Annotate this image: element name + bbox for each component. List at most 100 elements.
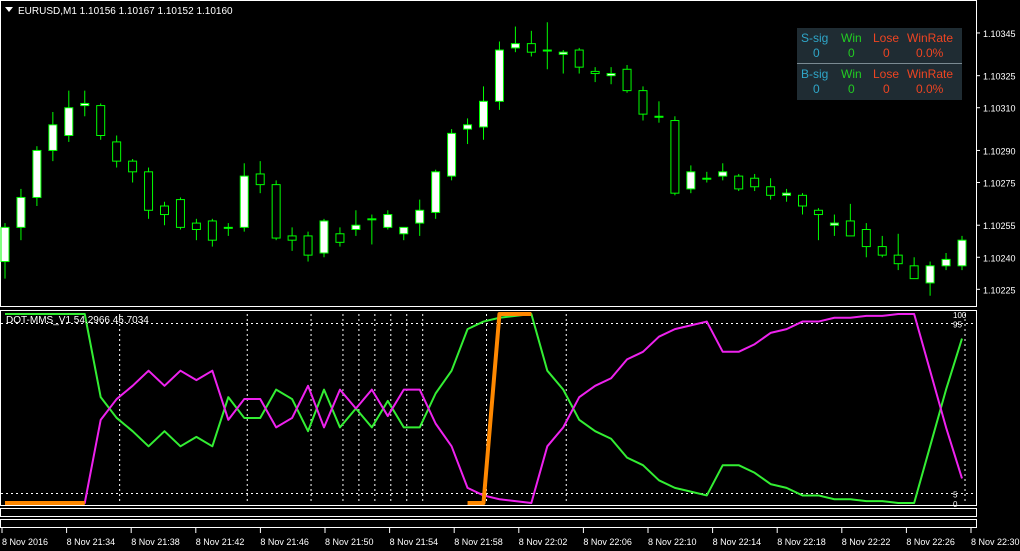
buy-win-count: 0 (848, 82, 855, 96)
candle (96, 103, 106, 140)
bull-candle-body (0, 226, 10, 263)
time-tick-label: 8 Nov 2016 (2, 537, 48, 547)
time-tick-label: 8 Nov 22:30 (971, 537, 1020, 547)
bull-candle-body (447, 132, 457, 177)
bull-candle-body (718, 171, 728, 177)
bull-candle-body (829, 222, 839, 226)
bear-candle-body (798, 194, 807, 207)
time-tick-label: 8 Nov 22:14 (713, 537, 762, 547)
candle (319, 218, 329, 258)
bull-candle-body (542, 49, 552, 52)
time-tick-label: 8 Nov 22:06 (583, 537, 632, 547)
bear-candle-body (909, 265, 919, 280)
bear-candle-body (845, 220, 855, 237)
price-tick-label: 1.10345 (983, 29, 1016, 39)
candle (622, 65, 632, 93)
signal-stats-panel: S-sig Win Lose WinRate 0 0 0 0.0% B-sig … (797, 28, 962, 100)
bear-candle-body (255, 173, 265, 186)
bear-candle-body (893, 254, 903, 265)
bull-candle-body (383, 214, 393, 228)
bear-candle-body (112, 141, 122, 162)
buy-signal-count: 0 (813, 82, 820, 96)
bull-candle-body (479, 100, 488, 128)
time-tick-label: 8 Nov 21:42 (196, 537, 245, 547)
price-tick-label: 1.10240 (983, 253, 1016, 263)
time-tick-label: 8 Nov 21:50 (325, 537, 374, 547)
bull-candle-body (558, 51, 568, 55)
time-tick-label: 8 Nov 21:54 (390, 537, 439, 547)
sell-lose-count: 0 (883, 46, 890, 60)
time-tick-label: 8 Nov 21:34 (67, 537, 116, 547)
sell-signal-count: 0 (813, 46, 820, 60)
bear-candle-body (175, 199, 185, 228)
time-tick-label: 8 Nov 22:26 (906, 537, 955, 547)
sell-stats-values: 0 0 0 0.0% (797, 46, 962, 62)
sell-win-count: 0 (848, 46, 855, 60)
sell-win-label: Win (841, 31, 862, 45)
candle (494, 41, 504, 110)
bear-candle-body (861, 229, 871, 248)
bull-candle-body (32, 149, 42, 198)
time-tick-label: 8 Nov 22:18 (777, 537, 826, 547)
price-tick-label: 1.10255 (983, 221, 1016, 231)
price-tick-label: 1.10325 (983, 72, 1016, 82)
buy-win-label: Win (841, 67, 862, 81)
bull-candle-body (367, 218, 377, 221)
time-tick-label: 8 Nov 22:22 (842, 537, 891, 547)
candle (271, 180, 281, 241)
bull-candle-body (702, 177, 712, 180)
time-tick-label: 8 Nov 21:58 (454, 537, 503, 547)
bull-candle-body (686, 171, 696, 190)
bull-candle-body (654, 115, 664, 118)
bull-candle-body (494, 49, 504, 102)
bull-candle-body (319, 220, 329, 254)
bear-candle-body (574, 49, 584, 68)
sell-lose-label: Lose (873, 31, 900, 45)
candle (175, 197, 185, 230)
buy-signal-label: B-sig (801, 67, 829, 81)
bear-candle-body (590, 70, 600, 75)
bull-candle-body (925, 265, 935, 284)
bull-candle-body (80, 102, 90, 107)
bear-candle-body (96, 105, 106, 137)
time-tick-label: 8 Nov 21:38 (131, 537, 180, 547)
candle (431, 169, 441, 219)
bull-candle-body (351, 224, 361, 231)
buy-winrate-value: 0.0% (916, 82, 944, 96)
sell-signal-label: S-sig (801, 31, 829, 45)
bear-candle-body (877, 246, 887, 256)
buy-lose-label: Lose (873, 67, 900, 81)
bull-candle-body (463, 124, 473, 130)
bull-candle-body (431, 171, 441, 213)
sell-winrate-label: WinRate (907, 31, 954, 45)
bear-candle-body (191, 222, 201, 231)
bear-candle-body (670, 120, 680, 194)
bear-candle-body (128, 160, 138, 173)
candle (32, 146, 42, 206)
bull-candle-body (399, 226, 409, 235)
price-tick-label: 1.10290 (983, 146, 1016, 156)
sell-stats-header: S-sig Win Lose WinRate (797, 31, 962, 47)
bull-candle-body (64, 107, 74, 136)
bear-candle-body (287, 235, 297, 241)
indicator-tick-label: 5 (953, 491, 958, 500)
buy-stats-values: 0 0 0 0.0% (797, 82, 962, 98)
buy-stats-header: B-sig Win Lose WinRate (797, 67, 962, 83)
bull-candle-body (16, 196, 26, 228)
time-tick-label: 8 Nov 22:10 (648, 537, 697, 547)
indicator-header: DOT-MMS_V1 54.2966 45.7034 (6, 315, 149, 326)
bear-candle-body (766, 186, 776, 196)
candle (447, 129, 457, 181)
bear-candle-body (622, 68, 632, 92)
price-tick-label: 1.10310 (983, 104, 1016, 114)
bear-candle-body (638, 90, 648, 115)
bull-candle-body (782, 192, 792, 196)
bear-candle-body (144, 171, 154, 211)
indicator-tick-label: 0 (953, 500, 958, 509)
bull-candle-body (606, 73, 616, 77)
indicator-tick-label: 95 (953, 320, 962, 329)
indicator-tick-label: 100 (953, 311, 967, 320)
bull-candle-body (957, 239, 967, 267)
bear-candle-body (526, 43, 536, 53)
bull-candle-body (239, 175, 249, 228)
